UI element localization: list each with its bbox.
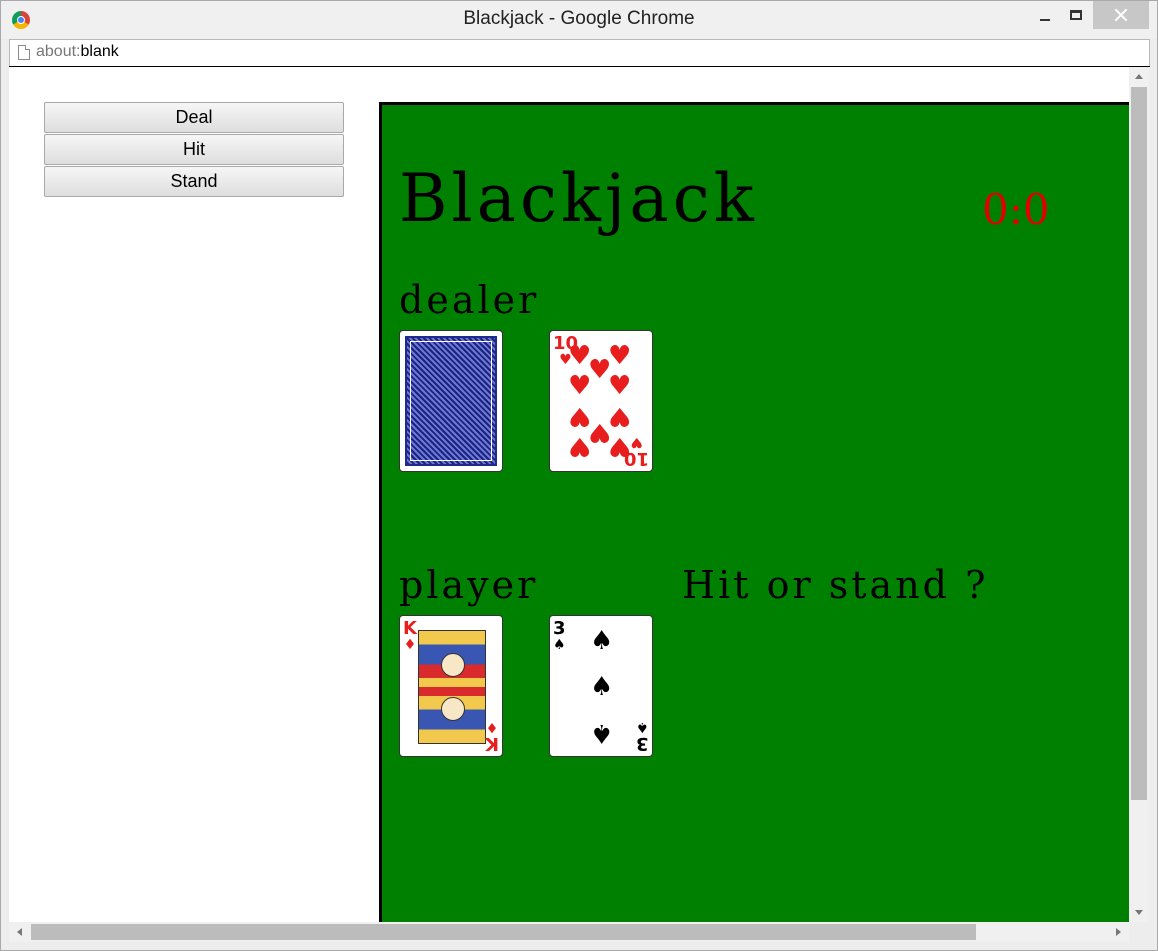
score-display: 0:0 — [982, 185, 1050, 234]
heart-icon: ♥ — [608, 371, 632, 401]
horizontal-scroll-thumb[interactable] — [31, 924, 976, 940]
deal-button[interactable]: Deal — [44, 102, 344, 133]
hit-button[interactable]: Hit — [44, 134, 344, 165]
card-back-pattern — [405, 336, 497, 466]
control-panel: Deal Hit Stand — [44, 102, 344, 198]
dealer-card-back — [399, 330, 503, 472]
king-face-art — [418, 630, 486, 744]
url-text[interactable]: about:blank — [36, 43, 119, 61]
card-corner: 10 ♥ — [623, 434, 649, 469]
spade-icon: ♠ — [590, 718, 614, 748]
title-bar: Blackjack - Google Chrome — [1, 1, 1157, 39]
vertical-scroll-thumb[interactable] — [1131, 87, 1147, 800]
heart-icon: ♥ — [568, 431, 592, 461]
spade-icon: ♠ — [590, 626, 614, 656]
horizontal-scrollbar[interactable] — [9, 922, 1129, 942]
status-message: Hit or stand ? — [682, 563, 989, 607]
close-button[interactable] — [1093, 1, 1149, 29]
card-corner: 3 ♠ — [636, 719, 649, 754]
browser-window: Blackjack - Google Chrome about:blank De… — [0, 0, 1158, 951]
heart-icon: ♥ — [568, 371, 592, 401]
scroll-right-icon[interactable] — [1116, 928, 1121, 936]
dealer-card-ten-hearts: 10 ♥ ♥ ♥ ♥ ♥ ♥ ♥ ♥ ♥ ♥ ♥ 10 ♥ — [549, 330, 653, 472]
game-title: Blackjack — [399, 160, 758, 237]
window-title: Blackjack - Google Chrome — [463, 8, 695, 29]
card-corner: K ♦ — [403, 618, 417, 653]
stand-button[interactable]: Stand — [44, 166, 344, 197]
page-viewport: Deal Hit Stand Blackjack 0:0 dealer 10 ♥ … — [9, 67, 1129, 922]
heart-icon: ♥ — [608, 341, 632, 371]
address-bar[interactable]: about:blank — [9, 39, 1150, 67]
dealer-label: dealer — [399, 278, 540, 322]
url-path: blank — [80, 43, 119, 60]
player-card-king-diamonds: K ♦ K ♦ — [399, 615, 503, 757]
player-card-three-spades: 3 ♠ ♠ ♠ ♠ 3 ♠ — [549, 615, 653, 757]
game-table: Blackjack 0:0 dealer 10 ♥ ♥ ♥ ♥ ♥ ♥ ♥ ♥ ♥… — [379, 102, 1129, 922]
page-icon — [18, 45, 30, 60]
spade-icon: ♠ — [590, 672, 614, 702]
card-corner: K ♦ — [485, 719, 499, 754]
url-scheme: about: — [36, 43, 81, 60]
heart-icon: ♥ — [608, 401, 632, 431]
scroll-down-icon[interactable] — [1135, 910, 1143, 915]
card-corner: 3 ♠ — [553, 618, 566, 653]
scroll-up-icon[interactable] — [1135, 74, 1143, 79]
maximize-button[interactable] — [1064, 1, 1088, 29]
player-label: player — [399, 563, 539, 607]
scroll-left-icon[interactable] — [17, 928, 22, 936]
vertical-scrollbar[interactable] — [1129, 67, 1149, 922]
minimize-button[interactable] — [1033, 1, 1057, 29]
